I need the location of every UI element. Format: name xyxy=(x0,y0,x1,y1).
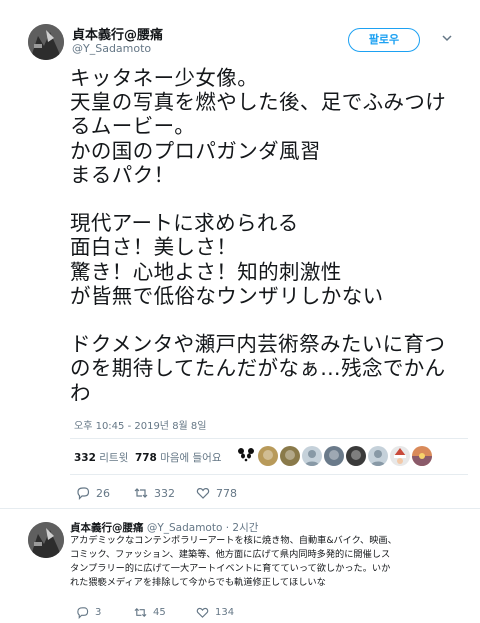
like-stat-count[interactable]: 778 xyxy=(135,452,157,464)
photo-avatar[interactable] xyxy=(324,446,344,466)
like-count: 778 xyxy=(216,486,237,500)
retweet-stat-label[interactable]: 리트윗 xyxy=(99,452,128,464)
tweet-text: キッタネー少女像。 天皇の写真を燃やした後、足でふみつけ るムービー。 かの国の… xyxy=(70,66,447,405)
reply-like-count: 134 xyxy=(215,607,235,618)
chevron-down-icon[interactable] xyxy=(440,31,454,45)
reply-icon xyxy=(77,487,90,500)
heart-icon xyxy=(196,607,209,618)
reply-text: アカデミックなコンテンポラリーアートを核に焼き物、自動車&バイク、映画、 コミッ… xyxy=(70,535,397,588)
default-avatar[interactable] xyxy=(302,446,322,466)
reply-count: 26 xyxy=(96,486,110,500)
tweet-timestamp[interactable]: 오후 10:45 - 2019년 8월 8일 xyxy=(74,417,207,432)
reply-reply-count: 3 xyxy=(95,607,102,618)
retweet-icon xyxy=(134,488,148,498)
reply-icon xyxy=(77,607,89,619)
reply-retweet-count: 45 xyxy=(153,607,166,618)
reply-retweet-action[interactable]: 45 xyxy=(134,606,166,619)
follow-button[interactable]: 팔로우 xyxy=(348,28,420,52)
character-avatar[interactable] xyxy=(280,446,300,466)
reply-reply-action[interactable]: 3 xyxy=(76,606,101,619)
sunset-avatar[interactable] xyxy=(412,446,432,466)
retweet-stat-count[interactable]: 332 xyxy=(74,452,96,464)
reply-like-action[interactable]: 134 xyxy=(196,606,234,619)
reply-handle[interactable]: @Y_Sadamoto xyxy=(147,522,223,534)
user-handle[interactable]: @Y_Sadamoto xyxy=(72,42,151,55)
divider xyxy=(70,474,468,475)
reply-header: 貞本義行@腰痛 @Y_Sadamoto · 2시간 xyxy=(70,520,258,535)
divider xyxy=(70,438,468,439)
face-avatar[interactable] xyxy=(346,446,366,466)
liker-avatars xyxy=(236,446,432,468)
like-stat-label[interactable]: 마음에 들어요 xyxy=(160,452,221,464)
user-avatar[interactable] xyxy=(28,24,64,60)
retweet-action[interactable]: 332 xyxy=(134,486,175,500)
heart-icon xyxy=(196,487,210,499)
retweet-count: 332 xyxy=(154,486,175,500)
reply-display-name[interactable]: 貞本義行@腰痛 xyxy=(70,522,144,534)
panda-avatar[interactable] xyxy=(236,446,256,466)
tweet-stats: 332 리트윗 778 마음에 들어요 xyxy=(74,450,222,465)
reply-time[interactable]: · 2시간 xyxy=(226,522,259,534)
display-name[interactable]: 貞本義行@腰痛 xyxy=(72,24,163,43)
reply-action[interactable]: 26 xyxy=(76,486,110,500)
retweet-icon xyxy=(134,607,147,618)
divider xyxy=(0,508,480,509)
santa-avatar[interactable] xyxy=(390,446,410,466)
dog-avatar[interactable] xyxy=(258,446,278,466)
reply-user-avatar[interactable] xyxy=(28,522,64,558)
like-action[interactable]: 778 xyxy=(196,486,237,500)
default-avatar[interactable] xyxy=(368,446,388,466)
